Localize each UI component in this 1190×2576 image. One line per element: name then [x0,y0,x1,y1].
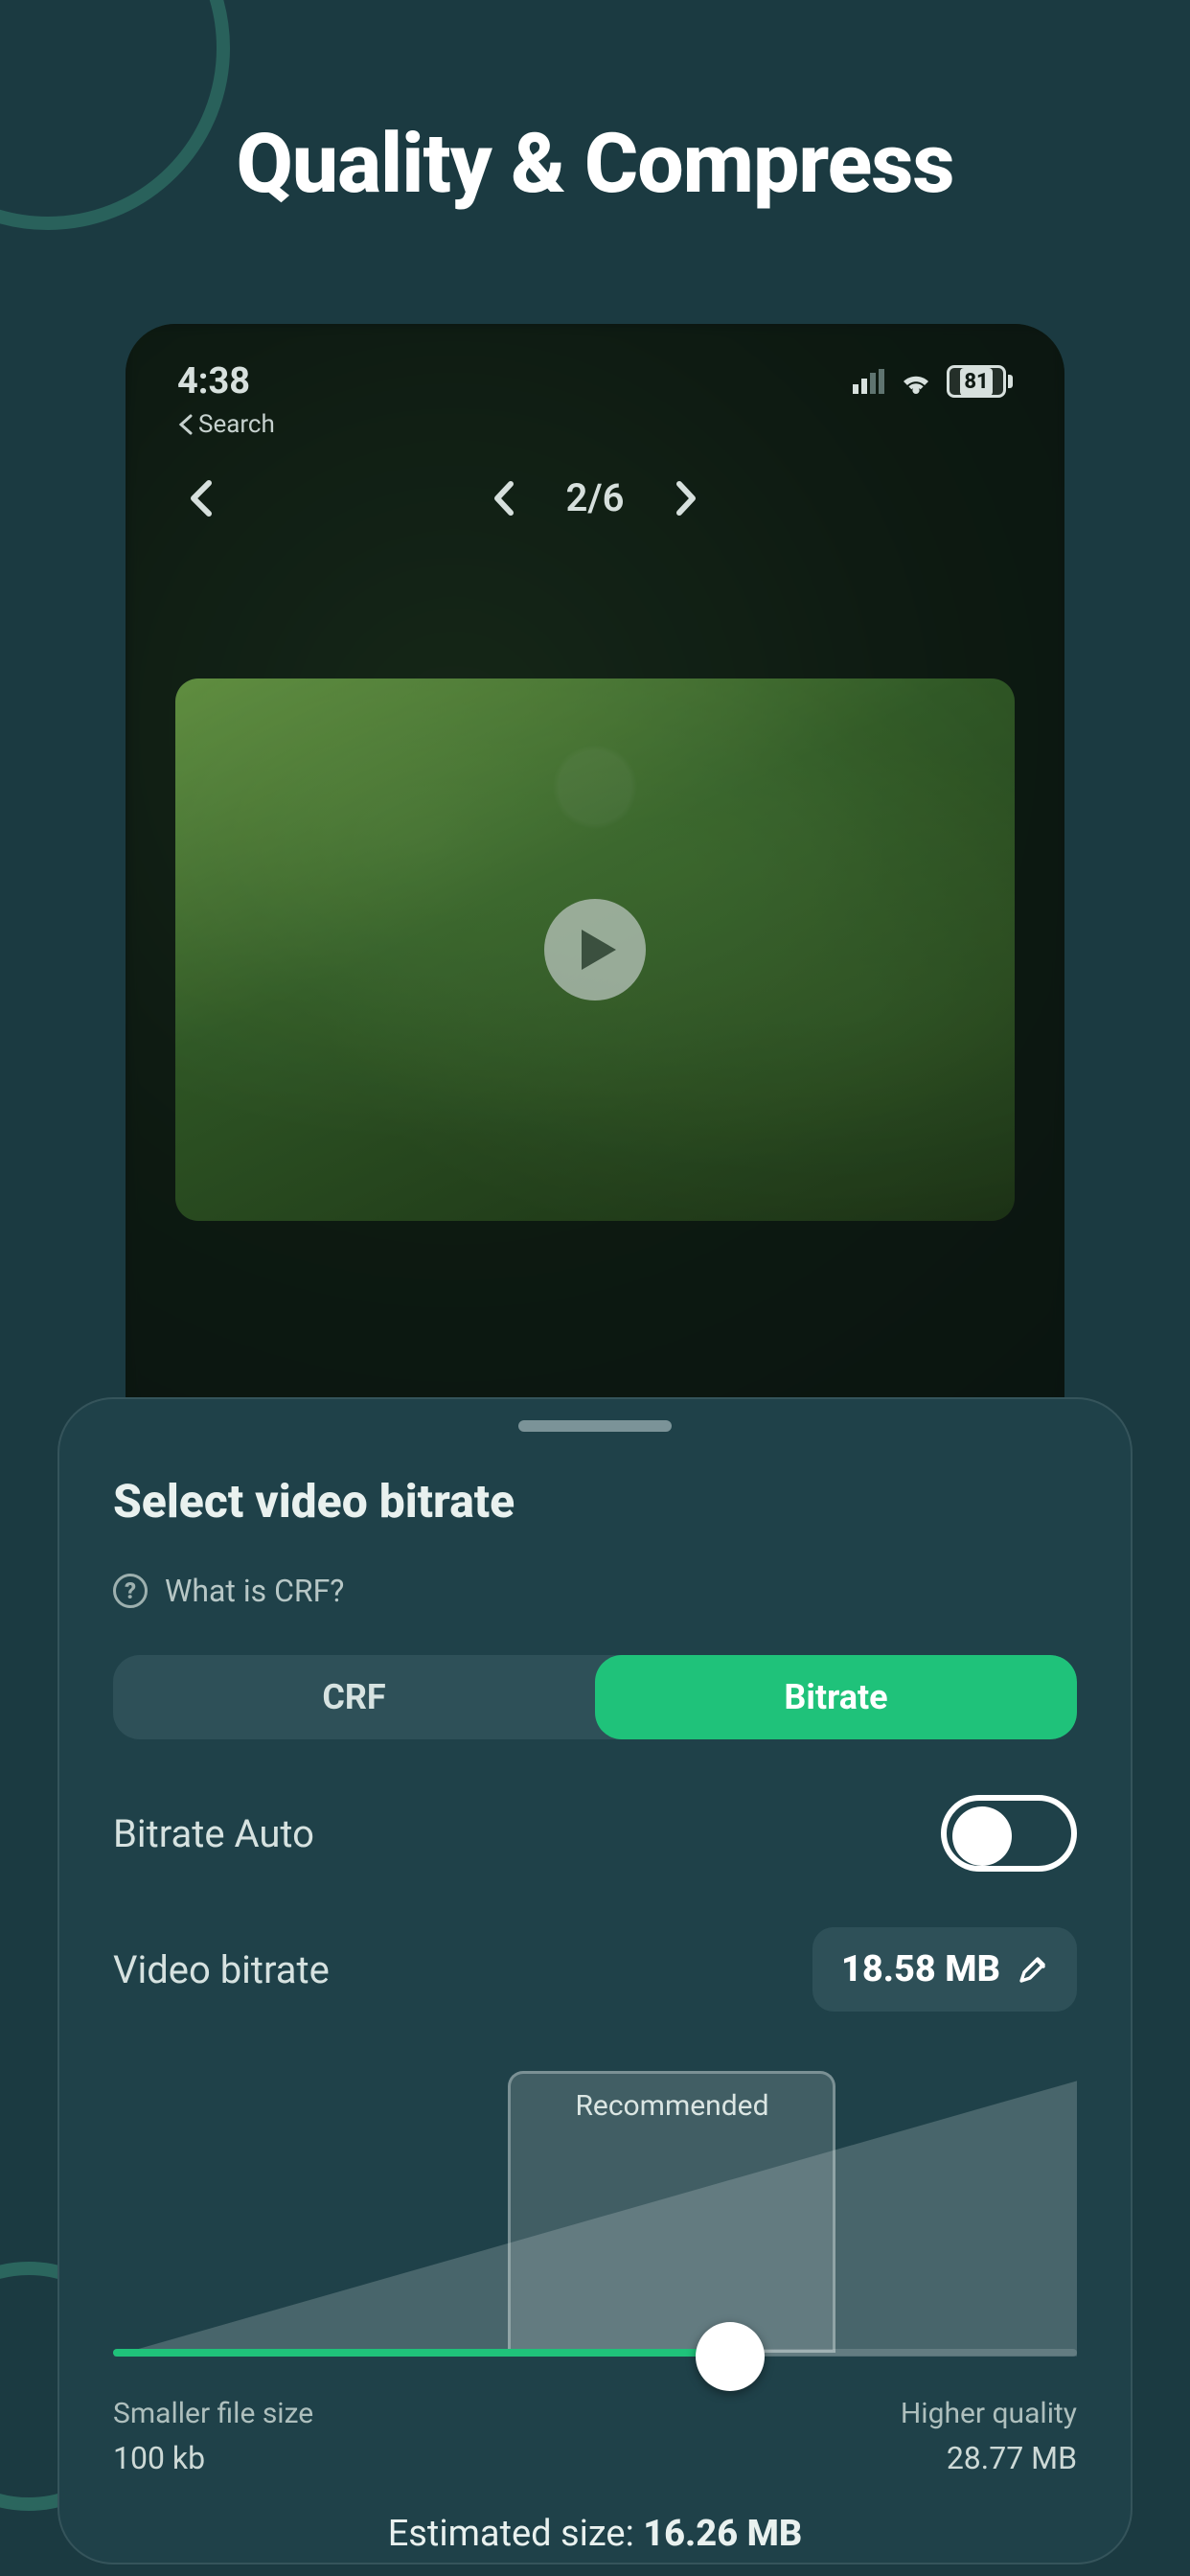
legend-right: Higher quality 28.77 MB [901,2397,1077,2476]
help-label: What is CRF? [165,1573,344,1609]
chevron-right-icon [675,480,698,517]
help-icon: ? [113,1574,148,1608]
back-to-search[interactable]: Search [177,410,275,439]
slider-thumb[interactable] [696,2322,765,2391]
slider-track[interactable] [113,2349,1077,2357]
recommended-range: Recommended [508,2071,835,2353]
pager-next-button[interactable] [666,477,708,519]
seg-crf[interactable]: CRF [113,1655,595,1739]
video-thumbnail[interactable] [175,678,1015,1221]
bitrate-auto-row: Bitrate Auto [113,1795,1077,1872]
recommended-label: Recommended [511,2089,833,2123]
pager-bar: 2/6 [126,475,1064,520]
legend-left-value: 100 kb [113,2440,313,2476]
toggle-knob [952,1806,1012,1866]
estimated-value: 16.26 MB [643,2513,802,2555]
help-what-is-crf[interactable]: ? What is CRF? [113,1573,1077,1609]
sheet-grabber[interactable] [518,1420,672,1432]
hero-title: Quality & Compress [0,115,1190,212]
seg-bitrate[interactable]: Bitrate [595,1655,1077,1739]
edit-icon [1018,1954,1048,1985]
bitrate-auto-toggle[interactable] [941,1795,1077,1872]
sheet-title: Select video bitrate [113,1474,1077,1529]
video-bitrate-value: 18.58 MB [841,1948,1000,1990]
estimated-size: Estimated size: 16.26 MB [113,2513,1077,2555]
chevron-left-icon [177,414,193,435]
chevron-left-icon [492,480,515,517]
cellular-icon [853,369,885,394]
video-bitrate-value-pill[interactable]: 18.58 MB [812,1927,1077,2012]
video-bitrate-label: Video bitrate [113,1947,330,1992]
estimated-prefix: Estimated size: [388,2513,644,2555]
bitrate-auto-label: Bitrate Auto [113,1811,314,1856]
seg-bitrate-label: Bitrate [784,1677,887,1717]
battery-indicator: 81 [947,365,1013,398]
bitrate-sheet: Select video bitrate ? What is CRF? CRF … [57,1397,1133,2564]
legend-left-label: Smaller file size [113,2397,313,2430]
slider-legend: Smaller file size 100 kb Higher quality … [113,2397,1077,2476]
video-bitrate-row: Video bitrate 18.58 MB [113,1927,1077,2012]
status-icons: 81 [853,365,1013,398]
back-search-label: Search [198,410,275,439]
pager-label: 2/6 [566,475,625,520]
pager-prev-button[interactable] [482,477,524,519]
seg-crf-label: CRF [322,1677,385,1717]
play-icon [580,928,618,972]
slider-fill [113,2349,730,2357]
legend-right-label: Higher quality [901,2397,1077,2430]
legend-right-value: 28.77 MB [901,2440,1077,2476]
nav-back-button[interactable] [179,477,221,519]
bitrate-slider-area: Recommended [113,2071,1077,2368]
wifi-icon [899,369,933,394]
chevron-left-icon [188,479,213,518]
legend-left: Smaller file size 100 kb [113,2397,313,2476]
play-button[interactable] [544,899,646,1000]
status-time: 4:38 [177,360,250,402]
status-bar: 4:38 81 [126,353,1064,410]
mode-segmented-control: CRF Bitrate [113,1655,1077,1739]
battery-percent: 81 [960,368,992,396]
